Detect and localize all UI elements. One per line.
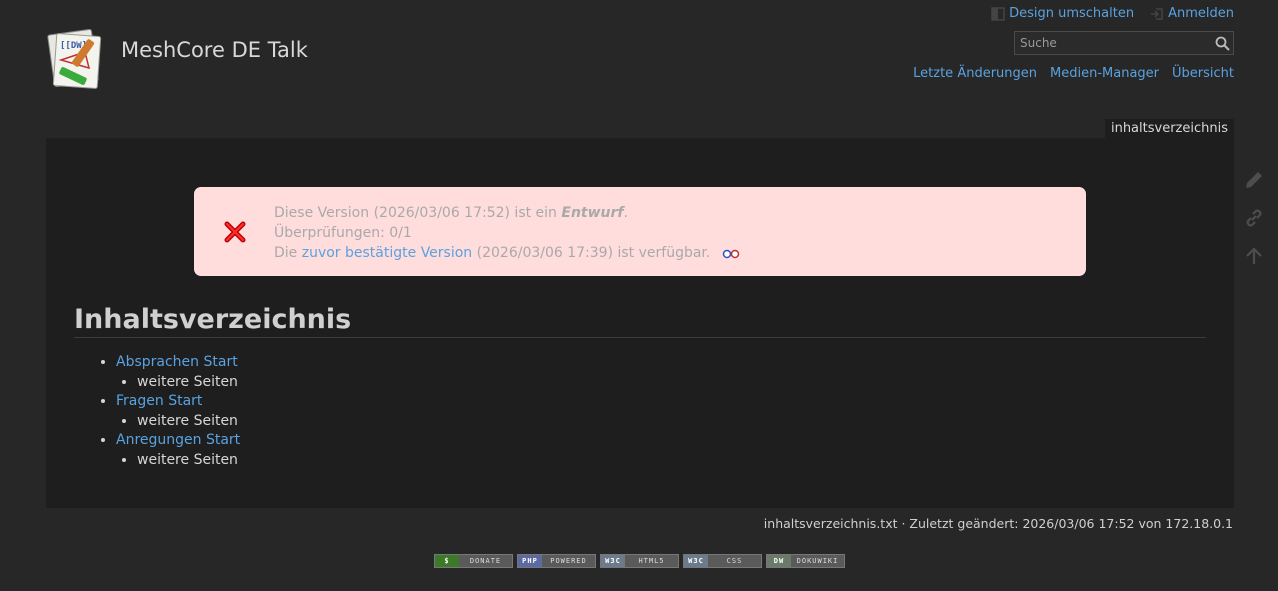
error-x-icon [224,221,246,243]
site-title[interactable]: MeshCore DE Talk [121,38,308,62]
design-switch-icon [991,6,1005,21]
list-item: Fragen Start weitere Seiten [116,392,240,431]
php-badge[interactable]: PHP POWERED [517,554,596,568]
doc-info: inhaltsverzeichnis.txt · Zuletzt geänder… [763,516,1233,531]
footer-badges: $ DONATE PHP POWERED W3C HTML5 W3C CSS DW DOK… [434,554,845,568]
toc-link-fragen[interactable]: Fragen Start [116,393,202,409]
diff-glasses-icon[interactable] [722,247,740,259]
page-tools [1242,168,1266,268]
toc-list: Absprachen Start weitere Seiten Fragen S… [74,353,240,470]
draft-status: Entwurf [561,205,624,221]
badge-tag: W3C [601,555,625,567]
badge-text: DONATE [469,557,502,565]
media-manager-link[interactable]: Medien-Manager [1050,66,1159,81]
site-tools: Letzte Änderungen Medien-Manager Übersic… [913,66,1234,81]
badge-tag: PHP [518,555,542,567]
list-item: Anregungen Start weitere Seiten [116,431,240,470]
draft-notice: Diese Version (2026/03/06 17:52) ist ein… [194,187,1086,276]
login-label: Anmelden [1168,6,1234,21]
html5-badge[interactable]: W3C HTML5 [600,554,679,568]
dokuwiki-logo[interactable]: [[DW]] [45,26,111,92]
donate-badge[interactable]: $ DONATE [434,554,513,568]
list-item-sub: weitere Seiten [137,451,240,471]
badge-text: POWERED [550,557,587,565]
user-tools: Design umschalten Anmelden [991,6,1234,21]
back-to-top-icon[interactable] [1242,244,1266,268]
recent-changes-link[interactable]: Letzte Änderungen [913,66,1037,81]
badge-tag: W3C [684,555,708,567]
badge-text: DOKUWIKI [796,557,839,565]
list-item-sub: weitere Seiten [137,412,240,432]
list-item: Absprachen Start weitere Seiten [116,353,240,392]
search-input[interactable] [1015,32,1211,54]
search-box [1014,31,1234,55]
page-heading: Inhaltsverzeichnis [74,304,1206,338]
notice-reviews: Überprüfungen: 0/1 [274,225,412,241]
backlinks-icon[interactable] [1242,206,1266,230]
page-content: Diese Version (2026/03/06 17:52) ist ein… [46,138,1234,508]
toc-link-absprachen[interactable]: Absprachen Start [116,354,238,370]
edit-icon[interactable] [1242,168,1266,192]
notice-text: Diese Version (2026/03/06 17:52) ist ein… [274,203,740,263]
css-badge[interactable]: W3C CSS [683,554,762,568]
sitemap-link[interactable]: Übersicht [1172,66,1234,81]
notice-line3-prefix: Die [274,245,302,261]
design-switch-link[interactable]: Design umschalten [991,6,1134,21]
toc-link-anregungen[interactable]: Anregungen Start [116,432,240,448]
notice-line1-prefix: Diese Version (2026/03/06 17:52) ist ein [274,205,562,221]
login-icon [1151,7,1163,20]
list-item-sub: weitere Seiten [137,373,240,393]
approved-version-link[interactable]: zuvor bestätigte Version [302,245,472,261]
dokuwiki-badge[interactable]: DW DOKUWIKI [766,554,845,568]
search-icon[interactable] [1215,36,1230,51]
notice-line1-suffix: . [623,205,628,221]
badge-text: HTML5 [638,557,665,565]
badge-tag: DW [767,555,791,567]
login-link[interactable]: Anmelden [1150,6,1234,21]
badge-tag: $ [435,555,459,567]
design-switch-label: Design umschalten [1009,6,1135,21]
notice-line3-suffix: (2026/03/06 17:39) ist verfügbar. [472,245,711,261]
page-id: inhaltsverzeichnis [1104,119,1234,138]
badge-text: CSS [726,557,743,565]
